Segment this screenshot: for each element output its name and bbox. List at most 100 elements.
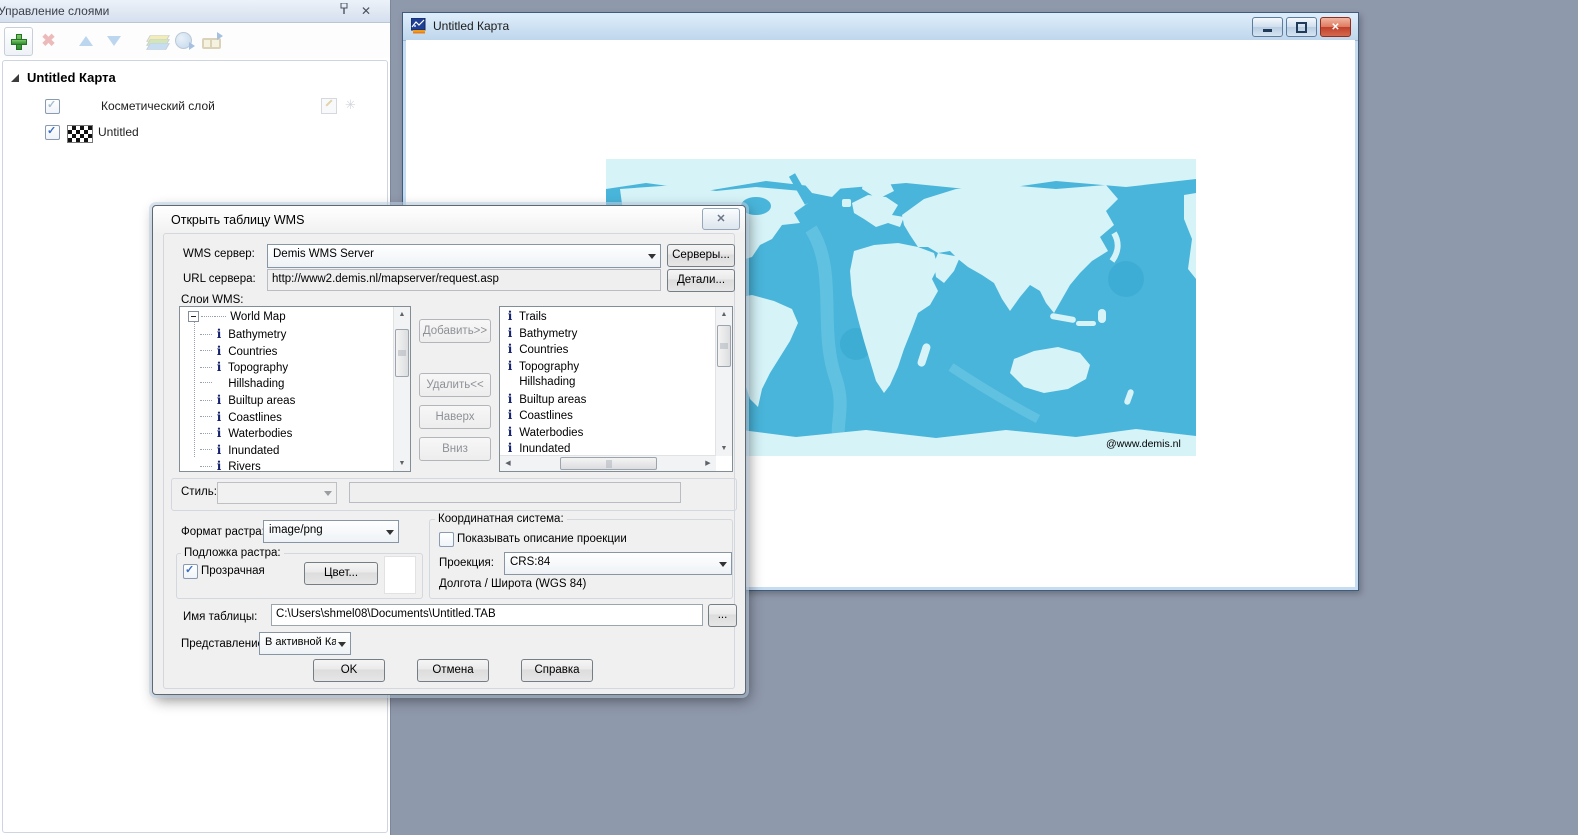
server-url-field[interactable]: http://www2.demis.nl/mapserver/request.a…	[267, 269, 661, 291]
wms-server-label: WMS сервер:	[183, 248, 255, 260]
servers-button[interactable]: Серверы...	[667, 244, 735, 267]
scroll-up-icon[interactable]: ▲	[716, 307, 732, 322]
wms-selected-list[interactable]: i Trailsi Bathymetryi Countriesi Topogra…	[499, 306, 733, 472]
layer-panel-titlebar: Управление слоями ✕	[0, 0, 390, 23]
list-item[interactable]: i Topography	[200, 359, 393, 376]
scrollbar-thumb[interactable]	[395, 329, 409, 377]
list-item[interactable]: i Bathymetry	[504, 325, 715, 342]
layer-display-button[interactable]	[143, 27, 170, 54]
scroll-up-icon[interactable]: ▲	[394, 307, 410, 322]
cancel-button[interactable]: Отмена	[417, 659, 489, 682]
available-list-vscrollbar[interactable]: ▲ ▼	[393, 307, 410, 471]
show-projection-checkbox[interactable]	[439, 532, 454, 547]
list-item[interactable]: i Countries	[504, 341, 715, 358]
color-button[interactable]: Цвет...	[304, 562, 378, 585]
projection-label: Проекция:	[439, 557, 494, 569]
layer-tree-root-row[interactable]: Untitled Карта	[3, 69, 387, 89]
add-layer-button[interactable]: Добавить>>	[419, 319, 491, 343]
info-icon: i	[504, 341, 516, 358]
minimize-button[interactable]	[1252, 17, 1283, 37]
info-icon: i	[213, 392, 225, 409]
list-item[interactable]: i Inundated	[200, 442, 393, 459]
details-button[interactable]: Детали...	[667, 269, 735, 292]
expander-icon[interactable]	[11, 74, 19, 82]
info-icon: i	[213, 359, 225, 376]
projection-combobox[interactable]: CRS:84	[504, 552, 732, 575]
layer-label-button[interactable]	[197, 27, 224, 54]
edit-style-icon[interactable]	[321, 98, 337, 114]
list-item[interactable]: i Bathymetry	[200, 326, 393, 343]
list-item-label: Coastlines	[225, 412, 282, 424]
selected-list-hscrollbar[interactable]: ◀ ▶	[500, 455, 716, 471]
layer-label: Untitled	[98, 125, 139, 139]
layer-tree-root-label: Untitled Карта	[27, 70, 116, 85]
scroll-down-icon[interactable]: ▼	[716, 441, 732, 456]
move-up-button[interactable]: Наверх	[419, 405, 491, 429]
info-icon: i	[504, 358, 516, 375]
list-item[interactable]: i Inundated	[504, 440, 715, 454]
move-down-button[interactable]: Вниз	[419, 437, 491, 461]
label-settings-icon[interactable]	[345, 98, 359, 112]
layer-visibility-checkbox[interactable]: ✓	[45, 125, 60, 140]
pin-icon[interactable]	[338, 3, 354, 19]
wms-server-combobox[interactable]: Demis WMS Server	[267, 244, 661, 268]
scrollbar-thumb[interactable]	[560, 457, 657, 470]
list-item[interactable]: i Coastlines	[504, 407, 715, 424]
remove-layer-button[interactable]: ✖	[35, 27, 62, 54]
panel-close-icon[interactable]: ✕	[360, 3, 376, 19]
layer-visibility-checkbox[interactable]: ✓	[45, 99, 60, 114]
list-item[interactable]: Hillshading	[200, 376, 393, 393]
chevron-down-icon	[324, 491, 332, 496]
restore-button[interactable]	[1286, 17, 1317, 37]
layer-row-untitled[interactable]: ✓ Untitled	[3, 123, 387, 145]
transparent-checkbox[interactable]: ✓	[183, 564, 198, 579]
collapse-icon[interactable]	[188, 311, 199, 322]
add-layer-button[interactable]	[4, 27, 33, 56]
list-item[interactable]: i Waterbodies	[504, 424, 715, 441]
info-icon: i	[213, 326, 225, 343]
scroll-down-icon[interactable]: ▼	[394, 456, 410, 471]
dialog-titlebar[interactable]: Открыть таблицу WMS ✕	[153, 206, 745, 233]
selected-list-vscrollbar[interactable]: ▲ ▼	[715, 307, 732, 456]
tree-root-item[interactable]: World Map	[180, 309, 393, 326]
map-window-titlebar[interactable]: Untitled Карта ✕	[403, 13, 1358, 41]
ok-button[interactable]: OK	[313, 659, 385, 682]
close-button[interactable]: ✕	[1320, 17, 1351, 37]
tree-root-label: World Map	[230, 311, 285, 323]
remove-layer-button[interactable]: Удалить<<	[419, 373, 491, 397]
list-item[interactable]: i Builtup areas	[200, 392, 393, 409]
table-name-field[interactable]: C:\Users\shmel08\Documents\Untitled.TAB	[271, 604, 703, 626]
move-layer-down-button[interactable]	[100, 27, 127, 54]
list-item[interactable]: i Trails	[504, 308, 715, 325]
list-item[interactable]: i Topography	[504, 358, 715, 375]
layer-row-cosmetic[interactable]: ✓ Косметический слой	[3, 97, 387, 119]
info-icon: i	[504, 440, 516, 454]
scroll-right-icon[interactable]: ▶	[700, 456, 716, 471]
list-item[interactable]: i Rivers	[200, 458, 393, 471]
view-combobox[interactable]: В активной Ка	[259, 632, 351, 655]
wms-available-list[interactable]: World Map i Bathymetryi Countriesi Topog…	[179, 306, 411, 472]
list-item[interactable]: i Coastlines	[200, 409, 393, 426]
list-item[interactable]: i Countries	[200, 343, 393, 360]
move-layer-up-button[interactable]	[72, 27, 99, 54]
list-item-label: Bathymetry	[225, 329, 286, 341]
map-attribution: @www.demis.nl	[1106, 438, 1181, 450]
info-icon: i	[504, 407, 516, 424]
help-button[interactable]: Справка	[521, 659, 593, 682]
list-item[interactable]: i Builtup areas	[504, 391, 715, 408]
dialog-close-button[interactable]: ✕	[702, 208, 740, 230]
transparent-label: Прозрачная	[201, 565, 265, 577]
list-item[interactable]: i Waterbodies	[200, 425, 393, 442]
style-combobox[interactable]	[217, 482, 337, 504]
scrollbar-thumb[interactable]	[717, 325, 731, 367]
coordsys-group-label: Координатная система:	[435, 513, 567, 525]
scroll-left-icon[interactable]: ◀	[500, 456, 516, 471]
list-item[interactable]: Hillshading	[504, 374, 715, 391]
browse-button[interactable]: ...	[708, 604, 737, 627]
close-icon: ✕	[1331, 22, 1339, 33]
raster-format-combobox[interactable]: image/png	[263, 520, 399, 543]
arrow-up-icon	[79, 36, 93, 46]
table-name-label: Имя таблицы:	[183, 611, 257, 623]
layer-hotlink-button[interactable]	[170, 27, 197, 54]
style-field[interactable]	[349, 482, 681, 503]
